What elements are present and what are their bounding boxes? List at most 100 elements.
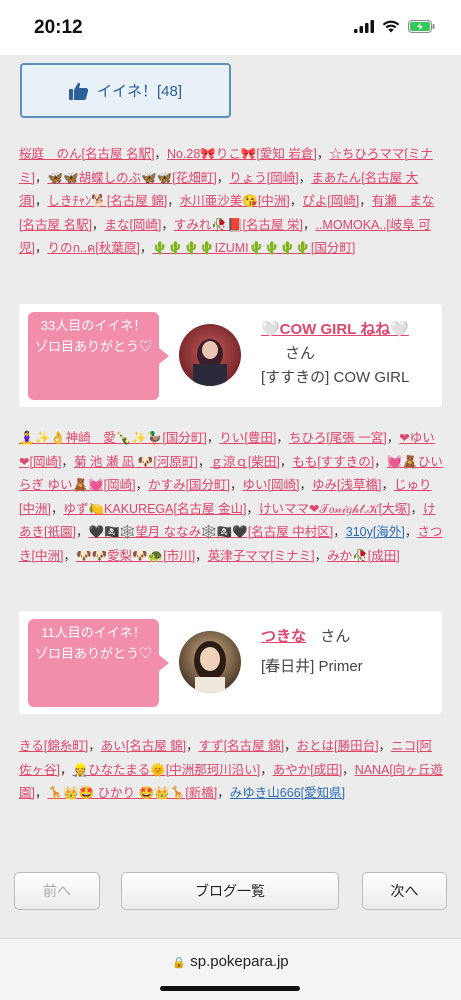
honorific: さん (285, 345, 316, 362)
list-separator: ， (34, 786, 48, 800)
lock-icon: 🔒 (172, 957, 187, 969)
liker-link[interactable]: 菊 池 瀬 凪 🐶[河原町] (74, 455, 198, 469)
list-separator: ， (298, 170, 312, 185)
prev-label: 前へ (43, 883, 71, 899)
liker-link[interactable]: 英津子ママ[ミナミ] (208, 549, 315, 563)
list-separator: ， (154, 147, 167, 161)
liker-link[interactable]: ゆず🍋KAKUREGA[名古屋 金山] (63, 502, 246, 516)
liker-link[interactable]: 桜庭 のん[名古屋 名駅] (19, 147, 154, 161)
card-info: 🤍COW GIRL ねね🤍 さん [すすきの] COW GIRL (261, 318, 439, 390)
list-separator: ， (197, 454, 211, 469)
liker-link[interactable]: あやか[成田] (273, 763, 342, 777)
like-card-11[interactable]: 11人目のイイネ！ ゾロ目ありがとう♡ つきな さん [春日井] Primer (19, 611, 442, 714)
liker-link[interactable]: 👷ひなたまる🌞[中洲那珂川沿い] (73, 763, 261, 777)
wifi-icon (382, 20, 400, 33)
liker-link[interactable]: すみれ🥀📕[名古屋 栄] (174, 218, 303, 232)
list-separator: ， (230, 478, 243, 492)
list-separator: ， (342, 762, 355, 777)
list-separator: ， (410, 501, 424, 516)
blog-like-section: イイネ！[48] 桜庭 のん[名古屋 名駅]，No.28🎀りこ🎀[愛知 岩倉]，… (0, 55, 461, 852)
list-separator: ， (381, 478, 394, 492)
url-text: 🔒 sp.pokepara.jp (172, 953, 289, 970)
liker-link[interactable]: 🧘‍♀️✨👌神崎 愛🍾✨🦆[国分町] (19, 431, 207, 445)
liker-link[interactable]: ゆい[岡崎] (243, 478, 300, 492)
liker-list-2: 🧘‍♀️✨👌神崎 愛🍾✨🦆[国分町]，りい[豊田]，ちひろ[尾張 一宮]，❤ゆい… (19, 427, 443, 568)
milestone-badge: 11人目のイイネ！ ゾロ目ありがとう♡ (28, 619, 169, 707)
list-separator: ， (299, 478, 313, 492)
liker-link[interactable]: すず[名古屋 錦] (199, 739, 284, 753)
card-info: つきな さん [春日井] Primer (261, 625, 439, 679)
liker-link[interactable]: 310y[海外] (346, 525, 405, 539)
status-bar: 20:12 (0, 0, 461, 55)
list-separator: ， (374, 454, 387, 469)
liker-link[interactable]: 水川亜沙美😘[中洲] (180, 194, 290, 208)
liker-link[interactable]: りょう[岡崎] (229, 171, 298, 185)
liker-link[interactable]: ゆみ[浅草橋] (312, 478, 381, 492)
list-separator: ， (246, 501, 259, 516)
list-separator: ， (167, 194, 180, 208)
cast-name-link[interactable]: つきな (261, 628, 306, 645)
liker-link[interactable]: 🌵🌵🌵🌵IZUMI🌵🌵🌵🌵[国分町] (152, 241, 355, 255)
list-separator: ， (316, 147, 330, 161)
liker-list-1: 桜庭 のん[名古屋 名駅]，No.28🎀りこ🎀[愛知 岩倉]，☆ちひろママ[ミナ… (19, 143, 443, 261)
list-separator: ， (34, 241, 48, 255)
list-separator: ， (59, 762, 73, 777)
list-separator: ， (279, 454, 293, 469)
liker-link[interactable]: みか🥀[成田] (327, 549, 400, 563)
list-separator: ， (333, 525, 346, 539)
like-card-33[interactable]: 33人目のイイネ！ ゾロ目ありがとう♡ 🤍COW GIRL ねね🤍 さん [すす… (19, 304, 442, 407)
list-separator: ， (260, 762, 273, 777)
next-button[interactable]: 次へ (362, 872, 447, 910)
list-separator: ， (50, 501, 64, 516)
liker-link[interactable]: 🦋🦋胡蝶しのぶ🦋🦋[花畑町] (48, 171, 217, 185)
liker-link[interactable]: ちひろ[尾張 一宮] (289, 431, 387, 445)
list-separator: ， (289, 194, 303, 208)
liker-link[interactable]: 🐶🐶愛梨🐶🐢[市川] (76, 549, 195, 563)
avatar[interactable] (179, 324, 241, 386)
list-separator: ， (139, 241, 153, 255)
list-separator: ， (217, 786, 230, 800)
honorific: さん (320, 628, 351, 645)
liker-list-3: きる[錦糸町]，あい[名古屋 錦]，すず[名古屋 錦]，おとは[勝田台]，ニコ[… (19, 735, 443, 806)
list-separator: ， (276, 431, 289, 445)
liker-link[interactable]: きる[錦糸町] (19, 739, 88, 753)
liker-link[interactable]: ぴよ[岡崎] (302, 194, 359, 208)
liker-link[interactable]: りのก..ค[秋葉原] (48, 241, 140, 255)
list-separator: ， (88, 739, 101, 753)
liker-link[interactable]: あい[名古屋 錦] (101, 739, 186, 753)
cast-name-link[interactable]: 🤍COW GIRL ねね🤍 (261, 321, 409, 338)
liker-link[interactable]: No.28🎀りこ🎀[愛知 岩倉] (167, 147, 317, 161)
list-separator: ， (359, 194, 372, 208)
liker-link[interactable]: みゆき山666[愛知県] (230, 786, 345, 800)
like-button[interactable]: イイネ！[48] (20, 63, 231, 118)
liker-link[interactable]: しきﾁｬﾝ🐕[名古屋 錦] (48, 194, 168, 208)
liker-link[interactable]: もも[すすきの] (292, 455, 374, 469)
list-separator: ， (206, 431, 220, 445)
battery-icon (408, 20, 435, 33)
thumbs-up-icon (68, 82, 89, 100)
status-time: 20:12 (34, 17, 83, 38)
liker-link[interactable]: 🦒👑🤩 ひかり 🤩👑🦒[新橋] (48, 786, 218, 800)
list-separator: ， (404, 525, 418, 539)
shop-name: [春日井] Primer (261, 658, 363, 675)
liker-link[interactable]: おとは[勝田台] (297, 739, 379, 753)
list-separator: ， (161, 217, 174, 232)
liker-link[interactable]: かすみ[国分町] (148, 478, 230, 492)
list-separator: ， (61, 454, 74, 469)
liker-link[interactable]: 🖤🏴‍☠️🕸️望月 ななみ🕸️🏴‍☠️🖤[名古屋 中村区] (88, 525, 333, 539)
milestone-badge: 33人目のイイネ！ ゾロ目ありがとう♡ (28, 312, 169, 400)
liker-link[interactable]: まな[岡崎] (104, 218, 161, 232)
list-separator: ， (314, 548, 328, 563)
prev-button[interactable]: 前へ (14, 872, 100, 910)
blog-list-button[interactable]: ブログ一覧 (121, 872, 339, 910)
list-separator: ， (386, 431, 400, 445)
list-separator: ， (91, 217, 105, 232)
avatar[interactable] (179, 631, 241, 693)
shop-name: [すすきの] COW GIRL (261, 369, 410, 386)
list-separator: ， (378, 739, 392, 753)
liker-link[interactable]: けいママ❤𝒯𝑜𝓃𝒾𝑔𝒽𝓉.𝒦[大塚] (259, 502, 411, 516)
like-button-label: イイネ！[48] (96, 83, 183, 100)
liker-link[interactable]: りい[豊田] (219, 431, 276, 445)
list-separator: ， (216, 170, 230, 185)
liker-link[interactable]: ｇ涼ｑ[柴田] (210, 455, 279, 469)
